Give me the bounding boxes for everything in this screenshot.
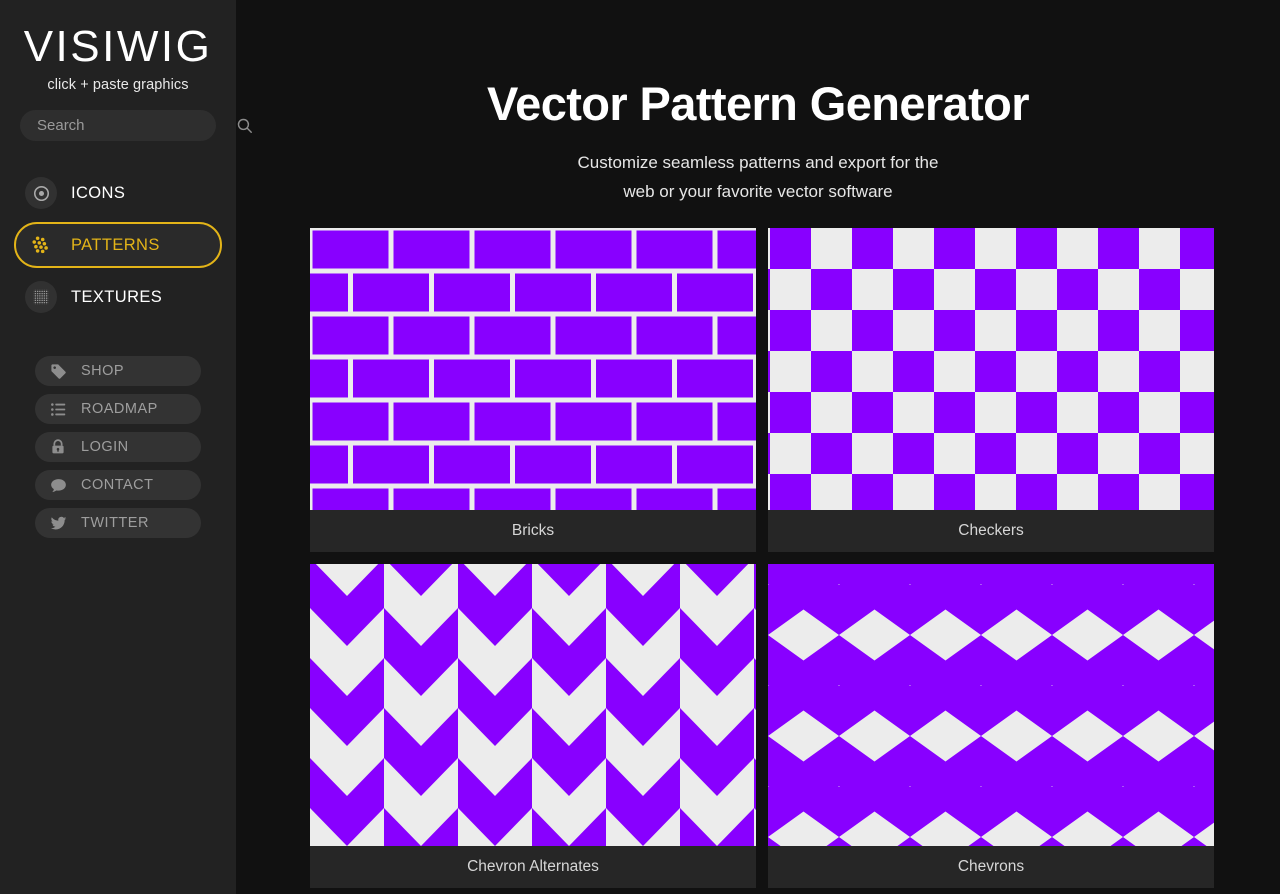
subtitle-line-2: web or your favorite vector software — [623, 182, 893, 202]
nav-label: TWITTER — [81, 515, 149, 532]
speech-bubble-icon — [49, 476, 67, 494]
pattern-preview-chevrons[interactable] — [768, 564, 1214, 847]
nav-login[interactable]: LOGIN — [35, 432, 201, 463]
app-root: VISIWIG click + paste graphics ICONS — [0, 0, 1280, 894]
pattern-card-chevron-alternates[interactable]: Chevron Alternates — [310, 564, 756, 889]
search-input[interactable] — [37, 117, 236, 135]
sidebar: VISIWIG click + paste graphics ICONS — [0, 0, 252, 894]
pattern-preview-chevron-alternates[interactable] — [310, 564, 756, 847]
nav-shop[interactable]: SHOP — [35, 356, 201, 387]
utility-nav: SHOP ROADMAP LOGIN CONTACT TWITTER — [0, 356, 236, 539]
nav-label: ROADMAP — [81, 401, 158, 418]
search-bar[interactable] — [20, 110, 252, 142]
target-icon — [25, 177, 57, 210]
tag-icon — [49, 362, 67, 380]
subtitle-line-1: Customize seamless patterns and export f… — [577, 153, 939, 172]
brand-tagline: click + paste graphics — [47, 77, 189, 94]
pattern-preview-checkers[interactable] — [768, 228, 1214, 511]
pattern-card-chevrons[interactable]: Chevrons — [768, 564, 1214, 889]
pattern-label: Chevron Alternates — [310, 846, 756, 889]
nav-label: SHOP — [81, 363, 125, 380]
nav-twitter[interactable]: TWITTER — [35, 508, 201, 539]
page-subtitle: Customize seamless patterns and export f… — [236, 148, 1280, 206]
pattern-label: Chevrons — [768, 846, 1214, 889]
dot-grid-icon — [25, 281, 57, 314]
pattern-card-bricks[interactable]: Bricks — [310, 228, 756, 553]
nav-roadmap[interactable]: ROADMAP — [35, 394, 201, 425]
sidebar-item-icons[interactable]: ICONS — [14, 170, 222, 216]
twitter-bird-icon — [49, 514, 67, 532]
sidebar-item-label: ICONS — [71, 183, 126, 202]
pattern-label: Checkers — [768, 510, 1214, 553]
dots-cluster-icon — [25, 229, 57, 261]
pattern-card-checkers[interactable]: Checkers — [768, 228, 1214, 553]
lock-icon — [49, 438, 67, 456]
sidebar-item-textures[interactable]: TEXTURES — [14, 274, 222, 320]
sidebar-item-patterns[interactable]: PATTERNS — [14, 222, 222, 269]
list-icon — [49, 400, 67, 418]
nav-label: LOGIN — [81, 439, 129, 456]
pattern-label: Bricks — [310, 510, 756, 553]
pattern-grid: Bricks Checkers Chevron Alternates Chevr… — [236, 228, 1280, 889]
brand-logo[interactable]: VISIWIG — [0, 18, 236, 70]
sidebar-item-label: TEXTURES — [71, 287, 163, 306]
main-content: Vector Pattern Generator Customize seaml… — [236, 0, 1280, 894]
page-title: Vector Pattern Generator — [487, 77, 1030, 130]
nav-label: CONTACT — [81, 477, 154, 494]
primary-nav: ICONS PATTERNS TEXTURES — [0, 170, 236, 320]
pattern-preview-bricks[interactable] — [310, 228, 756, 511]
sidebar-item-label: PATTERNS — [71, 235, 160, 254]
nav-contact[interactable]: CONTACT — [35, 470, 201, 501]
